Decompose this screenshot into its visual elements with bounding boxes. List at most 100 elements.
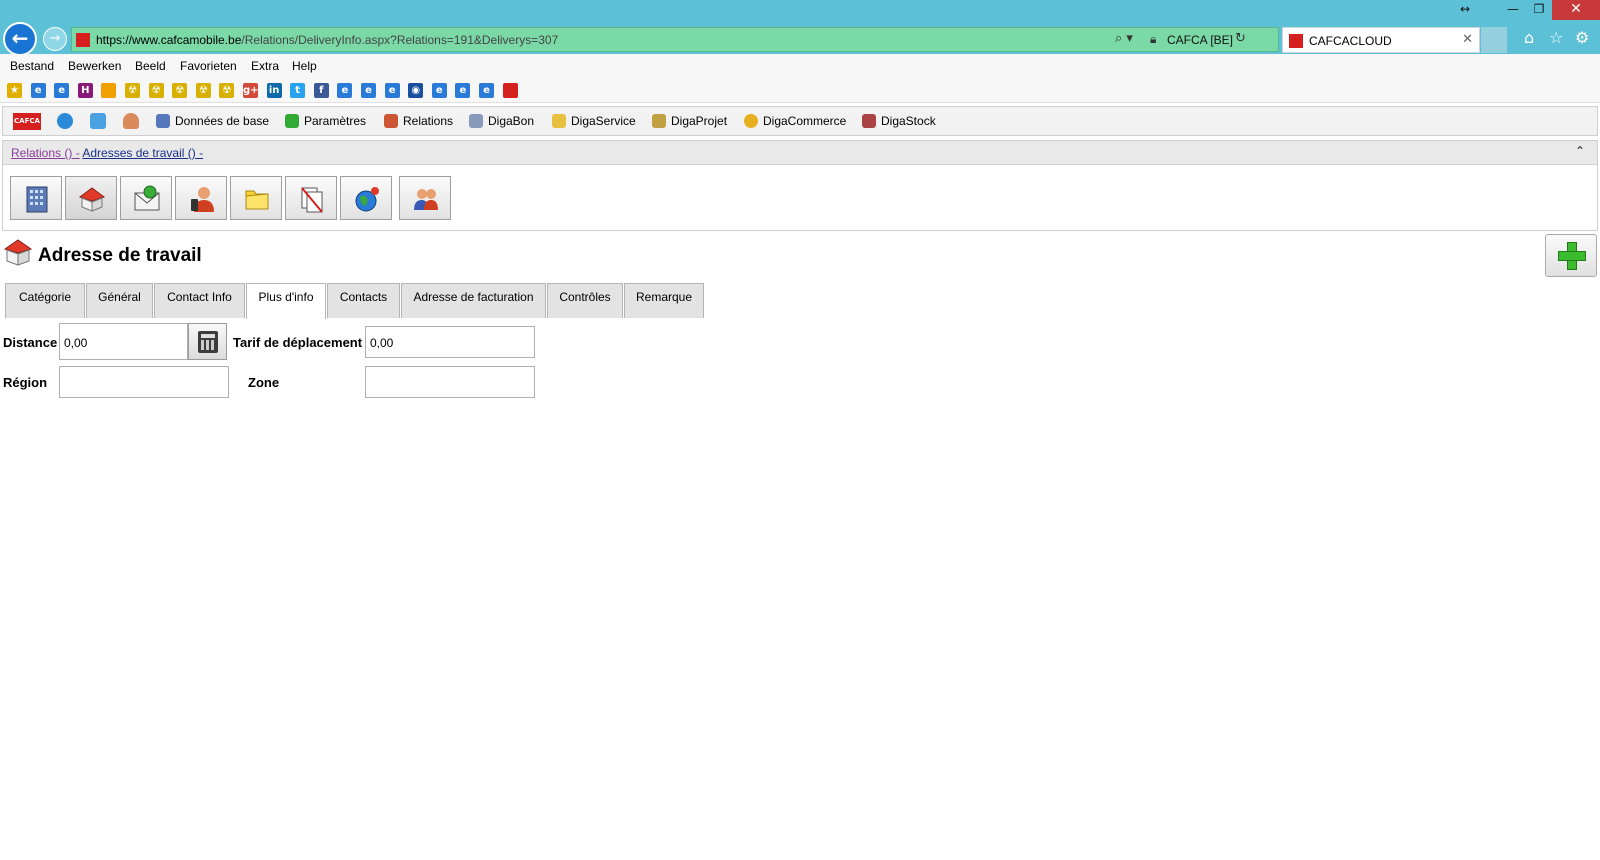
radiation-icon[interactable]: ☢	[125, 83, 140, 98]
document-icon	[301, 187, 323, 213]
ie-page-icon[interactable]: e	[30, 83, 46, 98]
digastock-icon	[862, 114, 876, 128]
site-favicon-icon	[76, 33, 90, 47]
ie-page-icon[interactable]: e	[455, 83, 471, 98]
google-plus-icon[interactable]: g+	[243, 83, 259, 98]
folder-button[interactable]	[230, 176, 282, 220]
breadcrumb: Relations () - Adresses de travail () -	[11, 146, 203, 160]
add-button[interactable]	[1545, 234, 1597, 277]
forward-button[interactable]: →	[43, 27, 67, 51]
menu-extra[interactable]: Extra	[251, 59, 279, 73]
cafca-icon[interactable]	[502, 83, 518, 98]
nav-label: Paramètres	[304, 114, 367, 128]
ie-page-icon[interactable]: e	[431, 83, 447, 98]
tab-contacts[interactable]: Contacts	[327, 283, 400, 318]
resize-icon[interactable]: ↔	[1450, 0, 1480, 20]
zone-field[interactable]	[365, 366, 535, 398]
menu-favorieten[interactable]: Favorieten	[180, 59, 237, 73]
lock-icon[interactable]: 🔒︎	[1150, 32, 1156, 47]
home-icon[interactable]: ⌂	[1524, 28, 1534, 47]
menu-bewerken[interactable]: Bewerken	[68, 59, 121, 73]
tab-remarque[interactable]: Remarque	[624, 283, 704, 318]
tab-favicon-icon	[1289, 34, 1303, 48]
sync-icon[interactable]	[90, 113, 106, 129]
ie-page-icon[interactable]: e	[337, 83, 353, 98]
menu-help[interactable]: Help	[292, 59, 317, 73]
favorites-star-icon[interactable]: ★	[7, 83, 22, 98]
contact-person-button[interactable]	[175, 176, 227, 220]
house-icon	[79, 187, 105, 212]
radiation-icon[interactable]: ☢	[195, 83, 211, 98]
calculator-screen	[201, 334, 215, 338]
browser-tab[interactable]: CAFCACLOUD ✕	[1282, 27, 1480, 53]
digacommerce-icon	[744, 114, 758, 128]
menu-bestand[interactable]: Bestand	[10, 59, 54, 73]
ie-page-icon[interactable]: e	[361, 83, 376, 98]
minimize-button[interactable]: —	[1500, 0, 1526, 20]
h-logo-icon[interactable]: H	[77, 83, 93, 98]
globe-button[interactable]	[340, 176, 392, 220]
plus-icon-bar	[1558, 251, 1586, 261]
document-button[interactable]	[285, 176, 337, 220]
close-window-button[interactable]: ✕	[1552, 0, 1600, 20]
tab-close-icon[interactable]: ✕	[1462, 32, 1473, 47]
ie-page-icon[interactable]: e	[479, 83, 494, 98]
breadcrumb-addresses-link[interactable]: Adresses de travail () -	[82, 146, 203, 160]
radiation-icon[interactable]: ☢	[172, 83, 188, 98]
user-icon[interactable]	[123, 113, 139, 129]
database-icon	[156, 114, 170, 128]
tab-controles[interactable]: Contrôles	[547, 283, 623, 318]
calculator-button[interactable]	[188, 323, 227, 360]
new-tab-button[interactable]	[1481, 27, 1507, 53]
distance-field[interactable]: 0,00	[59, 323, 188, 360]
url-text[interactable]: https://www.cafcamobile.be/Relations/Del…	[96, 33, 558, 47]
house-button[interactable]	[65, 176, 117, 220]
ie-page-icon[interactable]: e	[54, 83, 70, 98]
tab-contact-info[interactable]: Contact Info	[154, 283, 245, 318]
region-field[interactable]	[59, 366, 229, 398]
globe-icon[interactable]	[57, 113, 73, 129]
menu-beeld[interactable]: Beeld	[135, 59, 166, 73]
facebook-icon[interactable]: f	[313, 83, 329, 98]
nav-label: Données de base	[175, 114, 270, 128]
certificate-label[interactable]: CAFCA [BE]	[1167, 33, 1233, 47]
globe-icon[interactable]: ◉	[408, 83, 424, 98]
radiation-icon[interactable]: ☢	[219, 83, 235, 98]
tab-categorie[interactable]: Catégorie	[5, 283, 85, 318]
url-host: https://www.cafcamobile.be	[96, 33, 242, 47]
cafca-logo[interactable]: CAFCA	[13, 113, 41, 130]
maximize-button[interactable]: ❐	[1526, 0, 1552, 20]
mail-button[interactable]	[120, 176, 172, 220]
address-bar[interactable]: https://www.cafcamobile.be/Relations/Del…	[71, 27, 1279, 52]
tab-plus-dinfo[interactable]: Plus d'info	[246, 283, 326, 319]
radiation-icon[interactable]: ☢	[148, 83, 164, 98]
house-title-icon	[4, 239, 32, 266]
back-button[interactable]: ←	[3, 22, 37, 56]
search-icon[interactable]: ⌕ ▾	[1115, 31, 1133, 46]
breadcrumb-relations-link[interactable]: Relations () -	[11, 146, 80, 160]
relations-icon	[384, 114, 398, 128]
globe-icon	[355, 187, 379, 212]
tarif-label: Tarif de déplacement	[233, 335, 363, 350]
star-icon[interactable]: ☆	[1549, 28, 1563, 47]
url-path: /Relations/DeliveryInfo.aspx?Relations=1…	[241, 33, 559, 47]
building-button[interactable]	[10, 176, 62, 220]
ie-page-icon[interactable]: e	[384, 83, 400, 98]
tab-title: CAFCACLOUD	[1309, 34, 1392, 48]
gear-icon[interactable]: ⚙	[1575, 28, 1589, 47]
users-button[interactable]	[399, 176, 451, 220]
collapse-icon[interactable]: ⌃	[1575, 144, 1585, 158]
tarif-field[interactable]: 0,00	[365, 326, 535, 358]
flag-be-icon[interactable]	[101, 83, 117, 98]
linkedin-icon[interactable]: in	[266, 83, 282, 98]
tab-general[interactable]: Général	[86, 283, 153, 318]
digabon-icon	[469, 114, 483, 128]
browser-titlebar: ↔ — ❐ ✕ ← → https://www.cafcamobile.be/R…	[0, 0, 1600, 56]
twitter-icon[interactable]: t	[290, 83, 306, 98]
refresh-icon[interactable]: ↻	[1235, 31, 1246, 46]
favorites-bar: ★ e e H ☢ ☢ ☢ ☢ ☢ g+ in t f e e e ◉ e e e	[0, 78, 1600, 103]
tab-adresse-de-facturation[interactable]: Adresse de facturation	[401, 283, 546, 318]
breadcrumb-bar: Relations () - Adresses de travail () - …	[2, 140, 1598, 165]
nav-label: DigaProjet	[671, 114, 728, 128]
calculator-keys	[201, 340, 215, 350]
